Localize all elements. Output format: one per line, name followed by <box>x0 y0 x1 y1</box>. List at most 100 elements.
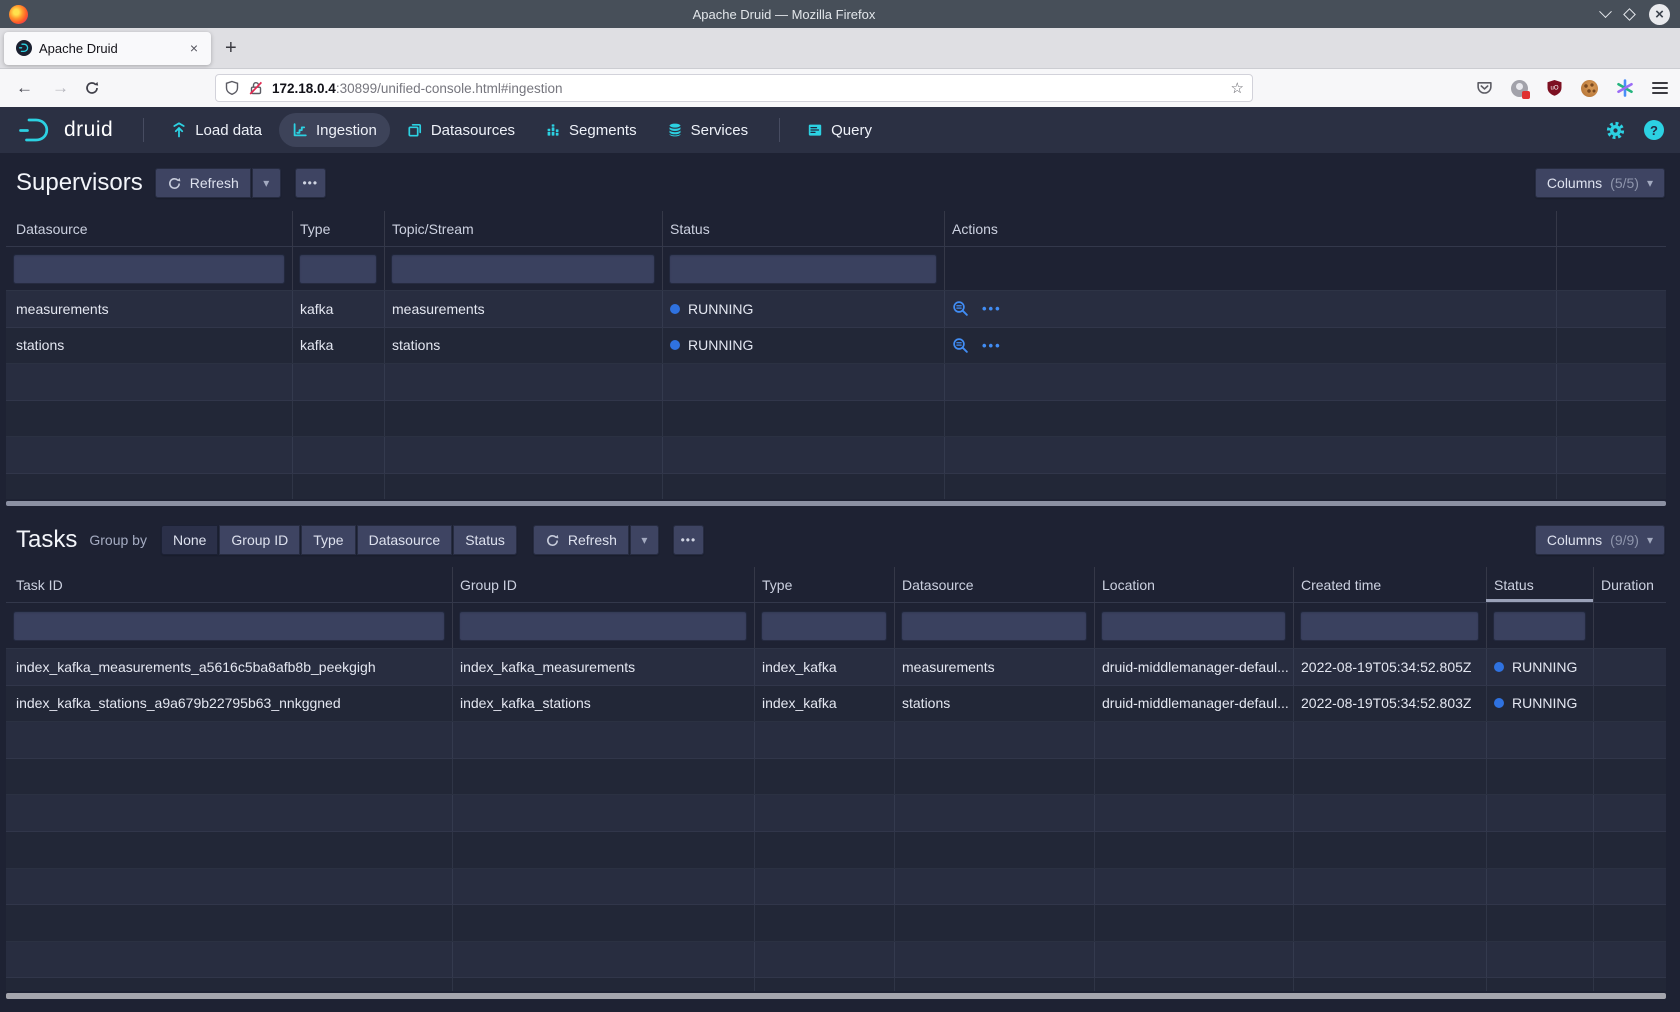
url-text[interactable]: 172.18.0.4:30899/unified-console.html#in… <box>272 81 1225 96</box>
column-header[interactable]: Task ID <box>6 567 452 602</box>
ublock-icon[interactable]: uO <box>1546 79 1563 97</box>
column-header-sorted[interactable]: Status <box>1486 567 1593 602</box>
filter-datasource-input[interactable] <box>13 254 285 284</box>
browser-tab[interactable]: Apache Druid × <box>4 32 211 65</box>
tasks-horizontal-scrollbar[interactable] <box>6 993 1666 999</box>
task-row[interactable]: index_kafka_stations_a9a679b22795b63_nnk… <box>6 686 1666 723</box>
upload-icon <box>171 122 187 138</box>
group-by-button-group: None Group ID Type Datasource Status <box>161 525 517 555</box>
group-by-group-id-button[interactable]: Group ID <box>219 525 300 555</box>
shield-icon[interactable] <box>224 80 240 96</box>
column-header[interactable]: Actions <box>944 211 1556 246</box>
filter-group-id-input[interactable] <box>459 611 747 641</box>
status-dot-icon <box>1494 698 1504 708</box>
tasks-refresh-group: Refresh ▾ <box>533 525 659 555</box>
row-more-icon[interactable]: ••• <box>982 301 1002 316</box>
tab-close-icon[interactable]: × <box>185 40 203 56</box>
group-by-type-button[interactable]: Type <box>301 525 355 555</box>
column-header[interactable]: Created time <box>1293 567 1486 602</box>
group-by-status-button[interactable]: Status <box>453 525 517 555</box>
empty-cell <box>1556 401 1666 437</box>
nav-item-query[interactable]: Query <box>794 113 885 147</box>
task-id-cell: index_kafka_measurements_a5616c5ba8afb8b… <box>6 649 452 685</box>
menu-icon[interactable] <box>1652 82 1668 94</box>
supervisors-header-row: Datasource Type Topic/Stream Status Acti… <box>6 211 1666 247</box>
extension-disabled-icon[interactable] <box>1511 80 1528 97</box>
filter-type-input[interactable] <box>299 254 377 284</box>
help-icon[interactable]: ? <box>1644 120 1664 140</box>
column-header[interactable]: Datasource <box>6 211 292 246</box>
druid-brand[interactable]: druid <box>16 116 113 144</box>
supervisors-more-button[interactable]: ••• <box>295 168 326 198</box>
insecure-lock-icon[interactable] <box>248 80 264 96</box>
column-header[interactable]: Type <box>292 211 384 246</box>
reload-icon[interactable] <box>84 69 100 107</box>
tasks-columns-button[interactable]: Columns (9/9) ▾ <box>1535 525 1665 555</box>
new-tab-button[interactable]: + <box>225 37 237 60</box>
filter-cell-empty <box>944 247 1556 290</box>
maximize-icon[interactable] <box>1623 8 1636 21</box>
empty-cell <box>944 474 1556 499</box>
column-header[interactable]: Topic/Stream <box>384 211 662 246</box>
nav-item-datasources[interactable]: Datasources <box>394 113 528 147</box>
filter-cell <box>1486 603 1593 648</box>
magnify-details-icon[interactable] <box>952 337 969 354</box>
empty-cell <box>1556 474 1666 499</box>
filter-status-input[interactable] <box>1493 611 1586 641</box>
row-more-icon[interactable]: ••• <box>982 338 1002 353</box>
filter-task-id-input[interactable] <box>13 611 445 641</box>
table-row-empty <box>6 722 1666 759</box>
task-row[interactable]: index_kafka_measurements_a5616c5ba8afb8b… <box>6 649 1666 686</box>
tasks-refresh-button[interactable]: Refresh <box>533 525 629 555</box>
column-header[interactable]: Duration <box>1593 567 1666 602</box>
filter-datasource-input[interactable] <box>901 611 1087 641</box>
window-titlebar: Apache Druid — Mozilla Firefox × <box>0 0 1680 28</box>
supervisors-columns-button[interactable]: Columns (5/5) ▾ <box>1535 168 1665 198</box>
column-header[interactable]: Status <box>662 211 944 246</box>
table-row-empty <box>6 978 1666 991</box>
column-header[interactable]: Group ID <box>452 567 754 602</box>
group-by-none-button[interactable]: None <box>161 525 218 555</box>
column-header[interactable]: Location <box>1094 567 1293 602</box>
filter-type-input[interactable] <box>761 611 887 641</box>
status-cell: RUNNING <box>662 291 944 327</box>
supervisor-row[interactable]: stations kafka stations RUNNING ••• <box>6 328 1666 365</box>
url-bar[interactable]: 172.18.0.4:30899/unified-console.html#in… <box>215 74 1253 102</box>
bookmark-star-icon[interactable]: ☆ <box>1231 79 1244 97</box>
minimize-icon[interactable] <box>1599 5 1612 18</box>
supervisors-filter-row <box>6 247 1666 291</box>
created-time-cell: 2022-08-19T05:34:52.805Z <box>1293 649 1486 685</box>
datasource-cell: stations <box>894 686 1094 722</box>
location-cell: druid-middlemanager-defaul... <box>1094 686 1293 722</box>
nav-item-services[interactable]: Services <box>654 113 762 147</box>
column-header[interactable]: Type <box>754 567 894 602</box>
table-row-empty <box>6 905 1666 942</box>
settings-gear-icon[interactable] <box>1605 120 1626 141</box>
status-cell: RUNNING <box>662 328 944 364</box>
empty-cell <box>894 942 1094 978</box>
multicolor-asterisk-icon[interactable] <box>1616 79 1634 97</box>
column-header[interactable]: Datasource <box>894 567 1094 602</box>
filter-topic-input[interactable] <box>391 254 655 284</box>
status-label: RUNNING <box>688 301 753 317</box>
cookie-icon[interactable] <box>1581 80 1598 97</box>
filter-location-input[interactable] <box>1101 611 1286 641</box>
magnify-details-icon[interactable] <box>952 300 969 317</box>
supervisors-horizontal-scrollbar[interactable] <box>6 501 1666 506</box>
nav-item-segments[interactable]: Segments <box>532 113 650 147</box>
caret-down-icon: ▾ <box>1647 533 1653 547</box>
nav-item-ingestion[interactable]: Ingestion <box>279 113 390 147</box>
close-window-button[interactable]: × <box>1649 4 1670 25</box>
forward-icon[interactable]: → <box>52 69 69 107</box>
pocket-icon[interactable] <box>1476 80 1493 96</box>
tasks-refresh-caret-button[interactable]: ▾ <box>630 525 659 555</box>
supervisors-refresh-caret-button[interactable]: ▾ <box>252 168 281 198</box>
back-icon[interactable]: ← <box>16 69 33 107</box>
supervisors-refresh-button[interactable]: Refresh <box>155 168 251 198</box>
nav-item-load-data[interactable]: Load data <box>158 113 275 147</box>
filter-created-time-input[interactable] <box>1300 611 1479 641</box>
filter-status-input[interactable] <box>669 254 937 284</box>
supervisor-row[interactable]: measurements kafka measurements RUNNING … <box>6 291 1666 328</box>
group-by-datasource-button[interactable]: Datasource <box>357 525 453 555</box>
tasks-more-button[interactable]: ••• <box>673 525 704 555</box>
